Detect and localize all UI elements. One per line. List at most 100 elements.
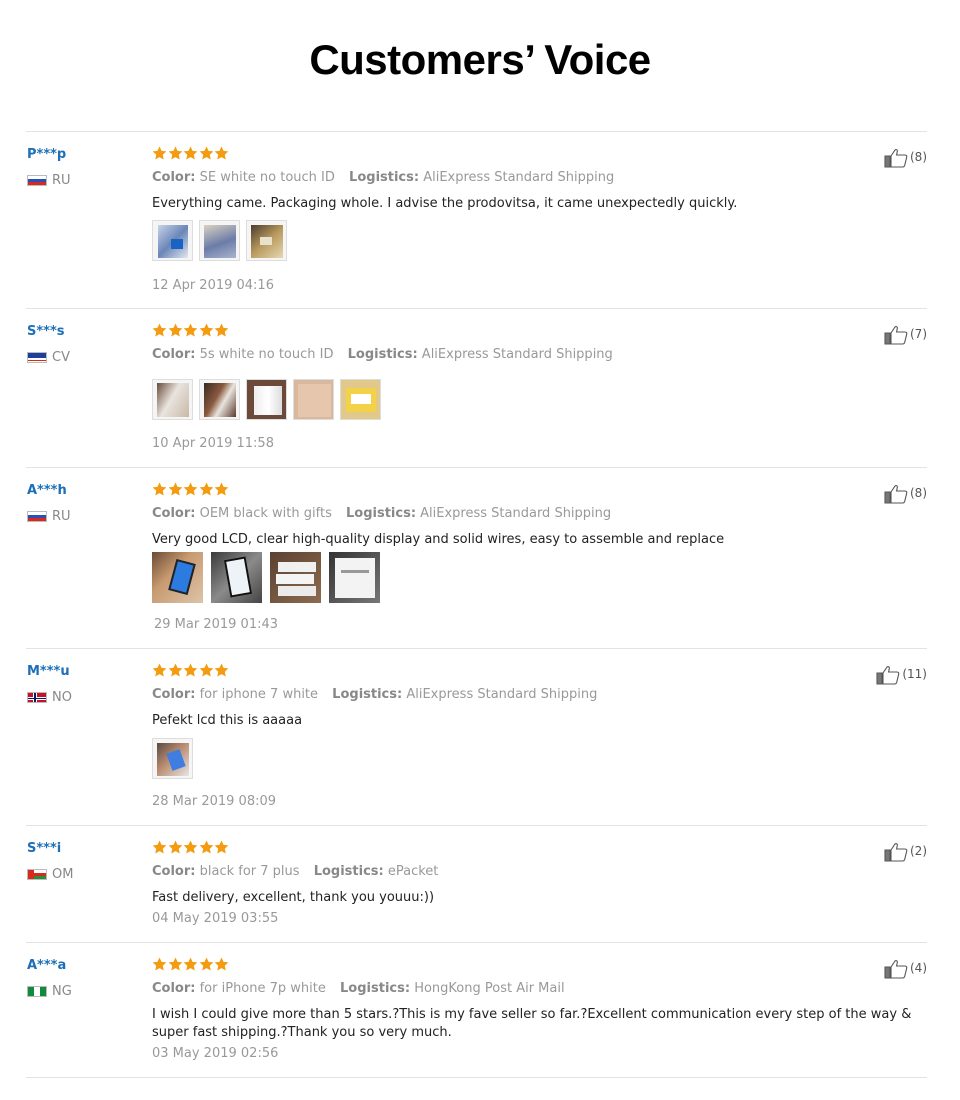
review-photo[interactable]: [199, 220, 240, 261]
reviewer-name[interactable]: A***h: [27, 483, 67, 498]
star-icon: [183, 957, 198, 971]
star-icon: [152, 663, 167, 677]
star-icon: [168, 323, 182, 337]
review-meta: Color: 5s white no touch ID Logistics: A…: [152, 347, 613, 362]
review-photo[interactable]: [329, 552, 380, 603]
review-meta: Color: for iphone 7 white Logistics: Ali…: [152, 687, 598, 702]
star-icon: [168, 146, 182, 160]
reviewer-country: CV: [27, 350, 70, 365]
star-icon: [168, 957, 182, 971]
star-icon: [199, 957, 213, 971]
star-icon: [168, 840, 182, 854]
page-title: Customers’ Voice: [309, 36, 651, 83]
like-button[interactable]: (11): [876, 665, 927, 685]
reviewer-country: OM: [27, 867, 73, 882]
star-icon: [152, 840, 167, 854]
star-icon: [152, 323, 167, 337]
like-count: (2): [910, 844, 927, 858]
star-icon: [199, 146, 213, 160]
review-date: 28 Mar 2019 08:09: [152, 794, 277, 809]
review-date: 29 Mar 2019 01:43: [154, 617, 279, 632]
review-photos: [152, 220, 293, 261]
review-date: 12 Apr 2019 04:16: [152, 278, 274, 293]
rating-stars: [152, 957, 230, 971]
review-meta: Color: SE white no touch ID Logistics: A…: [152, 170, 615, 185]
star-icon: [183, 663, 198, 677]
review-photos: [152, 552, 388, 603]
flag-ng-icon: [27, 985, 47, 997]
like-count: (11): [902, 667, 927, 681]
review-photos: [152, 379, 387, 420]
star-icon: [152, 146, 167, 160]
star-icon: [199, 482, 213, 496]
review-photo[interactable]: [340, 379, 381, 420]
review-photo[interactable]: [199, 379, 240, 420]
reviewer-country: NG: [27, 984, 72, 999]
review-meta: Color: OEM black with gifts Logistics: A…: [152, 506, 612, 521]
thumbs-up-icon: [884, 326, 908, 345]
review-date: 04 May 2019 03:55: [152, 911, 279, 926]
rating-stars: [152, 482, 230, 496]
like-button[interactable]: (8): [884, 148, 927, 168]
like-button[interactable]: (4): [884, 959, 927, 979]
review-photo[interactable]: [270, 552, 321, 603]
star-icon: [168, 663, 182, 677]
reviewer-name[interactable]: S***i: [27, 841, 61, 856]
thumbs-up-icon: [884, 843, 908, 862]
review-date: 10 Apr 2019 11:58: [152, 436, 274, 451]
review-photo[interactable]: [152, 552, 203, 603]
review-comment: Fast delivery, excellent, thank you youu…: [152, 890, 435, 905]
thumbs-up-icon: [884, 485, 908, 504]
review-date: 03 May 2019 02:56: [152, 1046, 279, 1061]
flag-ru-icon: [27, 510, 47, 522]
review-photo[interactable]: [152, 738, 193, 779]
star-icon: [168, 482, 182, 496]
review-comment: Very good LCD, clear high-quality displa…: [152, 532, 725, 547]
star-icon: [152, 957, 167, 971]
review-photo[interactable]: [152, 379, 193, 420]
thumbs-up-icon: [884, 960, 908, 979]
thumbs-up-icon: [884, 149, 908, 168]
rating-stars: [152, 840, 230, 854]
star-icon: [199, 663, 213, 677]
review-comment: Pefekt lcd this is aaaaa: [152, 713, 303, 728]
reviewer-name[interactable]: A***a: [27, 958, 66, 973]
star-icon: [152, 482, 167, 496]
review-meta: Color: for iPhone 7p white Logistics: Ho…: [152, 981, 565, 996]
review-photo[interactable]: [246, 379, 287, 420]
review-comment: I wish I could give more than 5 stars.?T…: [152, 1007, 912, 1040]
review-item: A***h RU Color: OEM black with gifts Log…: [26, 467, 927, 648]
review-photo[interactable]: [211, 552, 262, 603]
review-meta: Color: black for 7 plus Logistics: ePack…: [152, 864, 439, 879]
like-count: (4): [910, 961, 927, 975]
review-item: P***p RU Color: SE white no touch ID Log…: [26, 131, 927, 308]
review-item: M***u NO Color: for iphone 7 white Logis…: [26, 648, 927, 825]
review-photos: [152, 738, 199, 779]
flag-om-icon: [27, 868, 47, 880]
star-icon: [214, 663, 229, 677]
star-icon: [183, 840, 198, 854]
star-icon: [183, 146, 198, 160]
reviewer-country: RU: [27, 509, 71, 524]
review-item: S***s CV Color: 5s white no touch ID Log…: [26, 308, 927, 467]
reviewer-name[interactable]: M***u: [27, 664, 70, 679]
like-count: (7): [910, 327, 927, 341]
review-photo[interactable]: [246, 220, 287, 261]
review-comment: Everything came. Packaging whole. I advi…: [152, 196, 738, 211]
flag-cv-icon: [27, 351, 47, 363]
like-count: (8): [910, 486, 927, 500]
star-icon: [214, 482, 229, 496]
star-icon: [183, 323, 198, 337]
reviewer-name[interactable]: P***p: [27, 147, 66, 162]
review-photo[interactable]: [293, 379, 334, 420]
reviewer-country: RU: [27, 173, 71, 188]
rating-stars: [152, 146, 230, 160]
star-icon: [214, 840, 229, 854]
review-photo[interactable]: [152, 220, 193, 261]
like-button[interactable]: (2): [884, 842, 927, 862]
review-item: S***i OM Color: black for 7 plus Logisti…: [26, 825, 927, 942]
star-icon: [199, 840, 213, 854]
like-button[interactable]: (7): [884, 325, 927, 345]
like-button[interactable]: (8): [884, 484, 927, 504]
reviewer-name[interactable]: S***s: [27, 324, 65, 339]
